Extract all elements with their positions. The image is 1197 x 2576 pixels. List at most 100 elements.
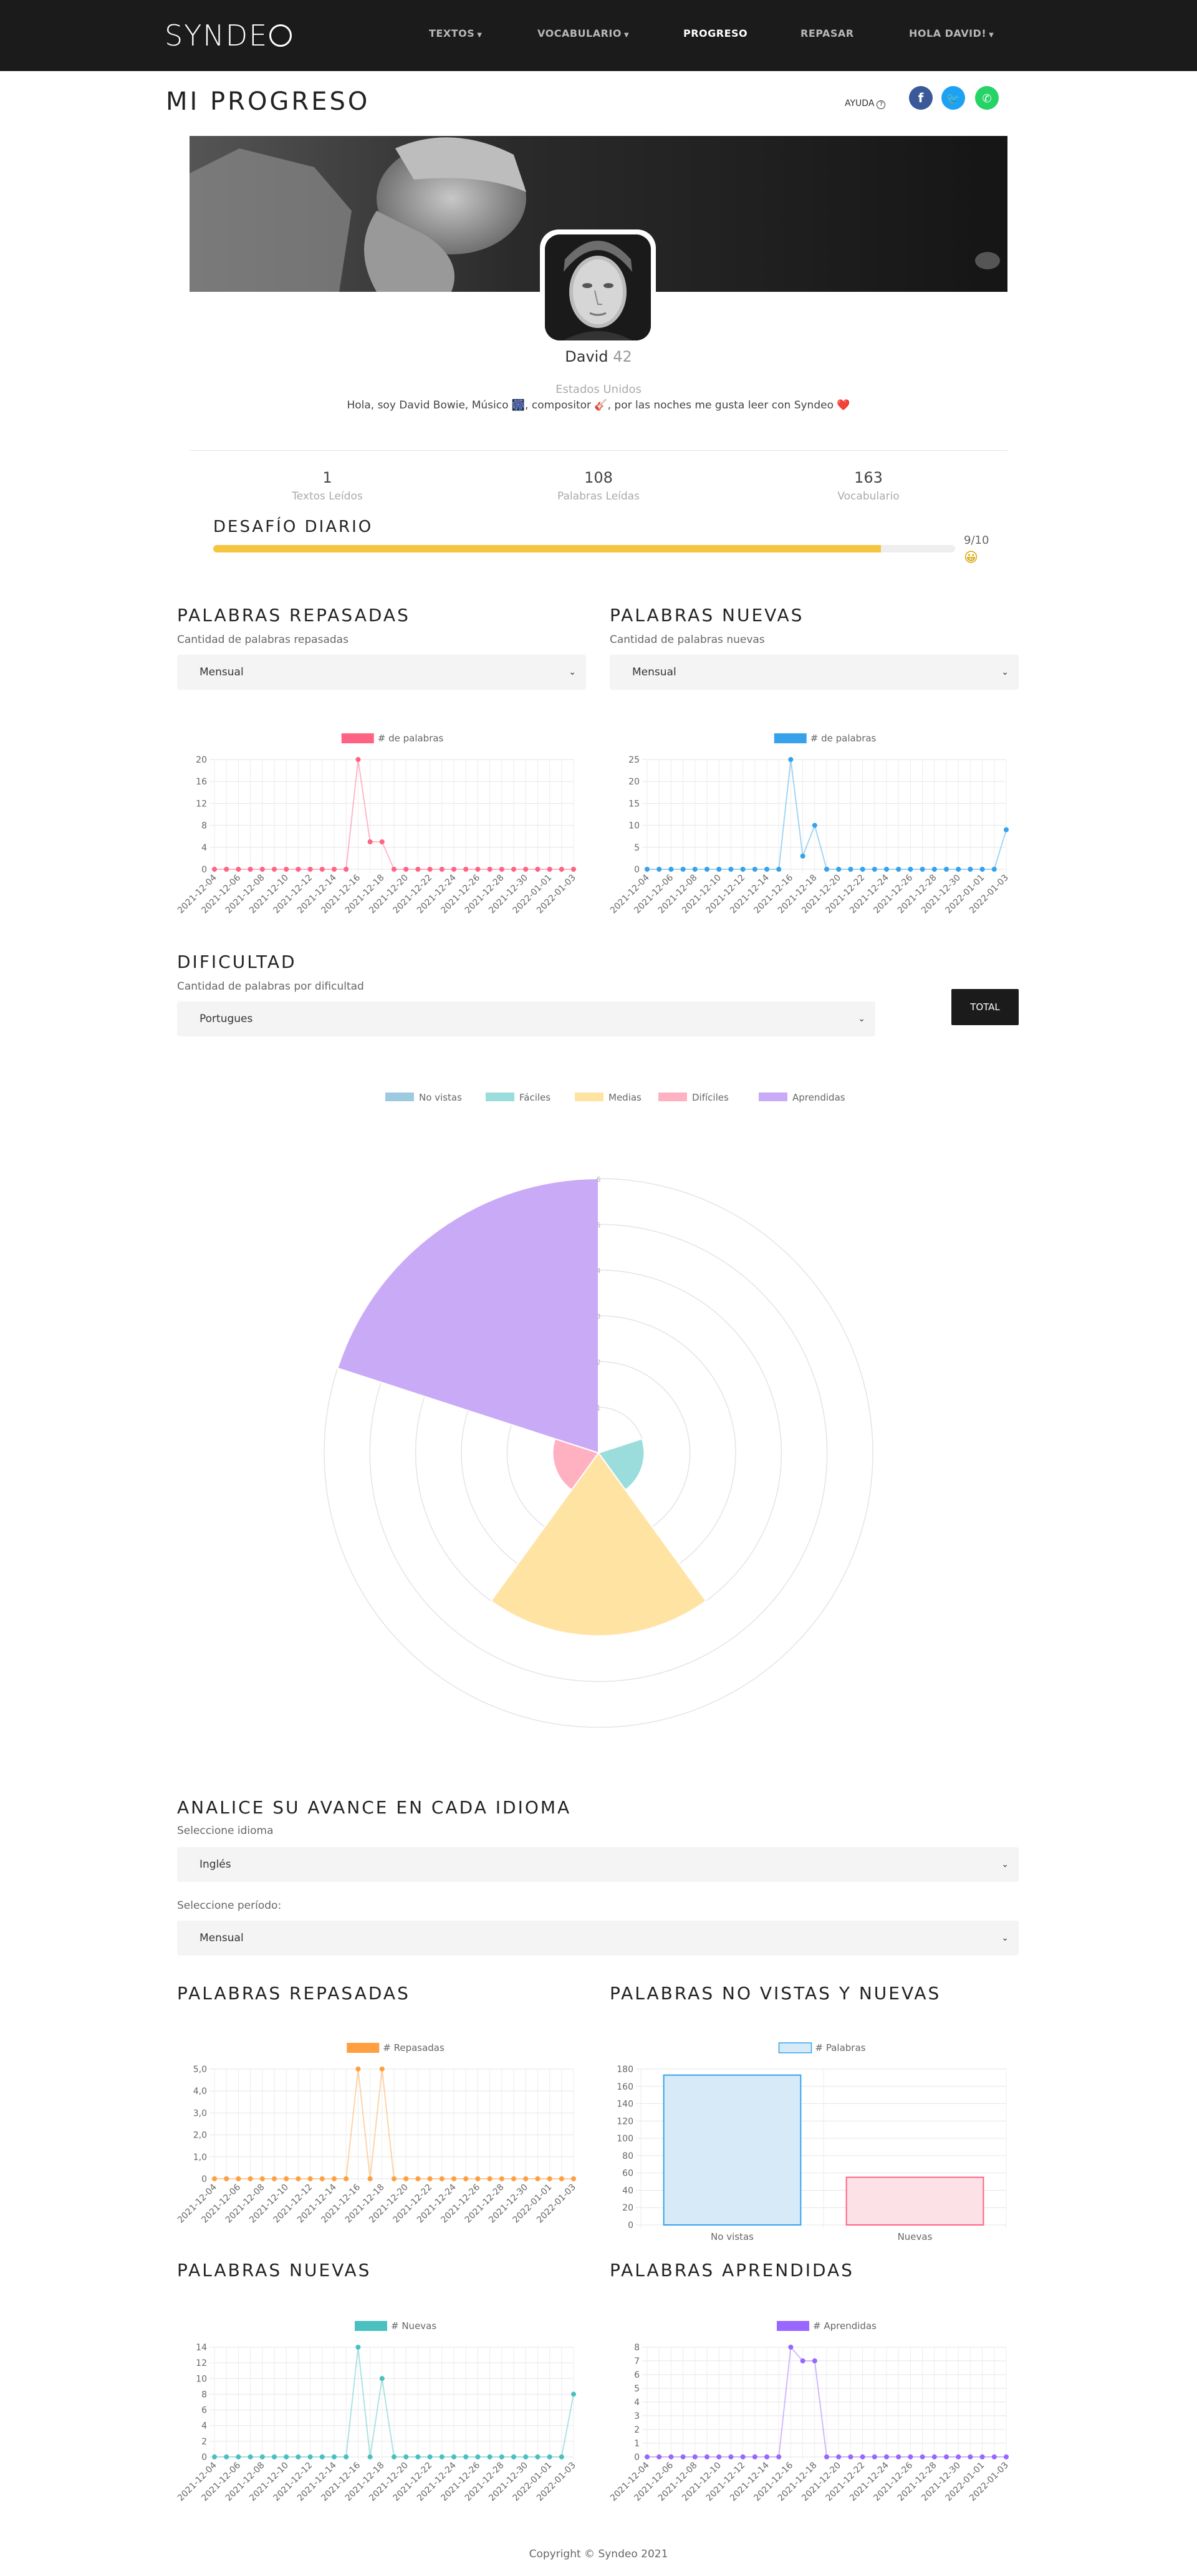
data-point — [656, 2454, 662, 2459]
data-point — [475, 867, 481, 872]
y-tick-label: 12 — [196, 2358, 207, 2368]
y-tick-label: 60 — [622, 2169, 633, 2179]
period-select-repasadas[interactable]: Mensual ⌄ — [177, 655, 586, 690]
data-point — [547, 867, 552, 872]
data-point — [236, 867, 241, 872]
y-tick-label: 4 — [634, 2398, 640, 2408]
y-tick-label: 1,0 — [193, 2153, 207, 2163]
legend-label: # de palabras — [810, 733, 877, 744]
data-point — [403, 2176, 409, 2181]
nav-progreso-label: PROGRESO — [683, 27, 748, 39]
line-chart-nuevas: # de palabras05101520252021-12-042021-12… — [610, 733, 1011, 915]
profile-bio: Hola, soy David Bowie, Músico 🎆, composi… — [347, 399, 850, 412]
data-point — [248, 2176, 253, 2181]
data-point — [668, 867, 674, 872]
data-point — [716, 2454, 722, 2459]
period-select-nuevas[interactable]: Mensual ⌄ — [610, 655, 1019, 690]
y-tick-label: 80 — [622, 2151, 633, 2161]
data-point — [284, 867, 289, 872]
data-point — [571, 867, 576, 872]
data-point — [523, 2454, 529, 2459]
data-point — [716, 867, 722, 872]
data-point — [571, 2176, 576, 2181]
chevron-down-icon: ⌄ — [1001, 667, 1009, 677]
data-point — [559, 867, 564, 872]
data-point — [547, 2176, 552, 2181]
data-point — [236, 2454, 241, 2459]
help-link[interactable]: AYUDA? — [845, 99, 886, 109]
data-point — [248, 867, 253, 872]
legend-label: Fáciles — [519, 1092, 550, 1103]
y-tick-label: 0 — [634, 2453, 640, 2463]
legend-swatch — [347, 2043, 380, 2053]
language-select[interactable]: Inglés ⌄ — [177, 1847, 1019, 1882]
daily-challenge-progress — [213, 545, 955, 552]
y-tick-label: 20 — [622, 2203, 633, 2213]
whatsapp-share-button[interactable]: ✆ — [975, 86, 999, 110]
chevron-down-icon: ⌄ — [858, 1014, 865, 1024]
nav-textos[interactable]: TEXTOS ▼ — [429, 27, 482, 39]
data-point — [680, 867, 686, 872]
bar-chart-novistas-nuevas: # Palabras 0 20 40 60 80 100 120 140 160 180 No vis… — [617, 2042, 1007, 2242]
data-point — [344, 2454, 349, 2459]
stat-label: Textos Leídos — [292, 490, 363, 503]
nav-textos-label: TEXTOS — [429, 27, 475, 39]
data-point — [332, 2454, 337, 2459]
data-point — [740, 2454, 746, 2459]
profile-country: Estados Unidos — [555, 383, 642, 396]
data-point — [284, 2176, 289, 2181]
data-point — [272, 2454, 277, 2459]
nav-user-menu[interactable]: HOLA DAVID! ▼ — [909, 27, 994, 39]
section-title-aprendidas: PALABRAS APRENDIDAS — [610, 2260, 854, 2280]
chevron-down-icon: ⌄ — [1001, 1933, 1009, 1943]
legend-swatch — [778, 2042, 812, 2053]
data-point — [884, 867, 889, 872]
data-point — [344, 2176, 349, 2181]
data-point — [884, 2454, 889, 2459]
period-select[interactable]: Mensual ⌄ — [177, 1921, 1019, 1956]
select-value: Mensual — [200, 666, 244, 678]
y-tick-label: 0 — [201, 865, 207, 875]
y-tick-label: 25 — [628, 755, 640, 765]
data-point — [1004, 2454, 1009, 2459]
y-tick-label: 2 — [634, 2425, 640, 2435]
data-point — [812, 2358, 817, 2363]
data-point — [212, 2454, 217, 2459]
nav-progreso[interactable]: PROGRESO — [683, 27, 748, 39]
profile-name: David 42 — [0, 348, 1197, 365]
stat-value: 163 — [854, 469, 883, 486]
y-tick-label: 1 — [634, 2439, 640, 2449]
brand-logo[interactable]: SYNDE — [165, 19, 292, 52]
logo-o-icon — [269, 24, 292, 47]
nav-repasar[interactable]: REPASAR — [800, 27, 854, 39]
y-tick-label: 0 — [634, 865, 640, 875]
legend-swatch — [486, 1093, 514, 1101]
section-title-dificultad: DIFICULTAD — [177, 952, 297, 972]
data-point — [379, 839, 385, 844]
select-value: Inglés — [200, 1858, 231, 1871]
data-point — [836, 867, 842, 872]
nav-repasar-label: REPASAR — [800, 27, 854, 39]
facebook-share-button[interactable]: f — [909, 86, 933, 110]
data-point — [776, 2454, 782, 2459]
data-point — [224, 2176, 229, 2181]
data-point — [968, 2454, 973, 2459]
stat-palabras-leidas: 108 Palabras Leídas — [505, 469, 692, 503]
legend-label: Medias — [608, 1092, 642, 1103]
stat-textos-leidos: 1 Textos Leídos — [234, 469, 421, 503]
twitter-share-button[interactable]: 🐦 — [941, 86, 965, 110]
data-point — [692, 2454, 698, 2459]
total-button[interactable]: TOTAL — [951, 989, 1019, 1025]
x-tick-label: Nuevas — [898, 2231, 933, 2242]
y-tick-label: 120 — [617, 2116, 633, 2126]
avatar[interactable] — [545, 234, 651, 340]
data-point — [991, 867, 997, 872]
data-point — [463, 2176, 469, 2181]
data-point — [307, 2454, 313, 2459]
data-point — [860, 867, 865, 872]
language-select-dificultad[interactable]: Portugues ⌄ — [177, 1001, 875, 1036]
data-point — [392, 2176, 397, 2181]
y-tick-label: 4 — [201, 2421, 207, 2431]
nav-vocabulario[interactable]: VOCABULARIO ▼ — [537, 27, 629, 39]
y-tick-label: 100 — [617, 2134, 633, 2144]
